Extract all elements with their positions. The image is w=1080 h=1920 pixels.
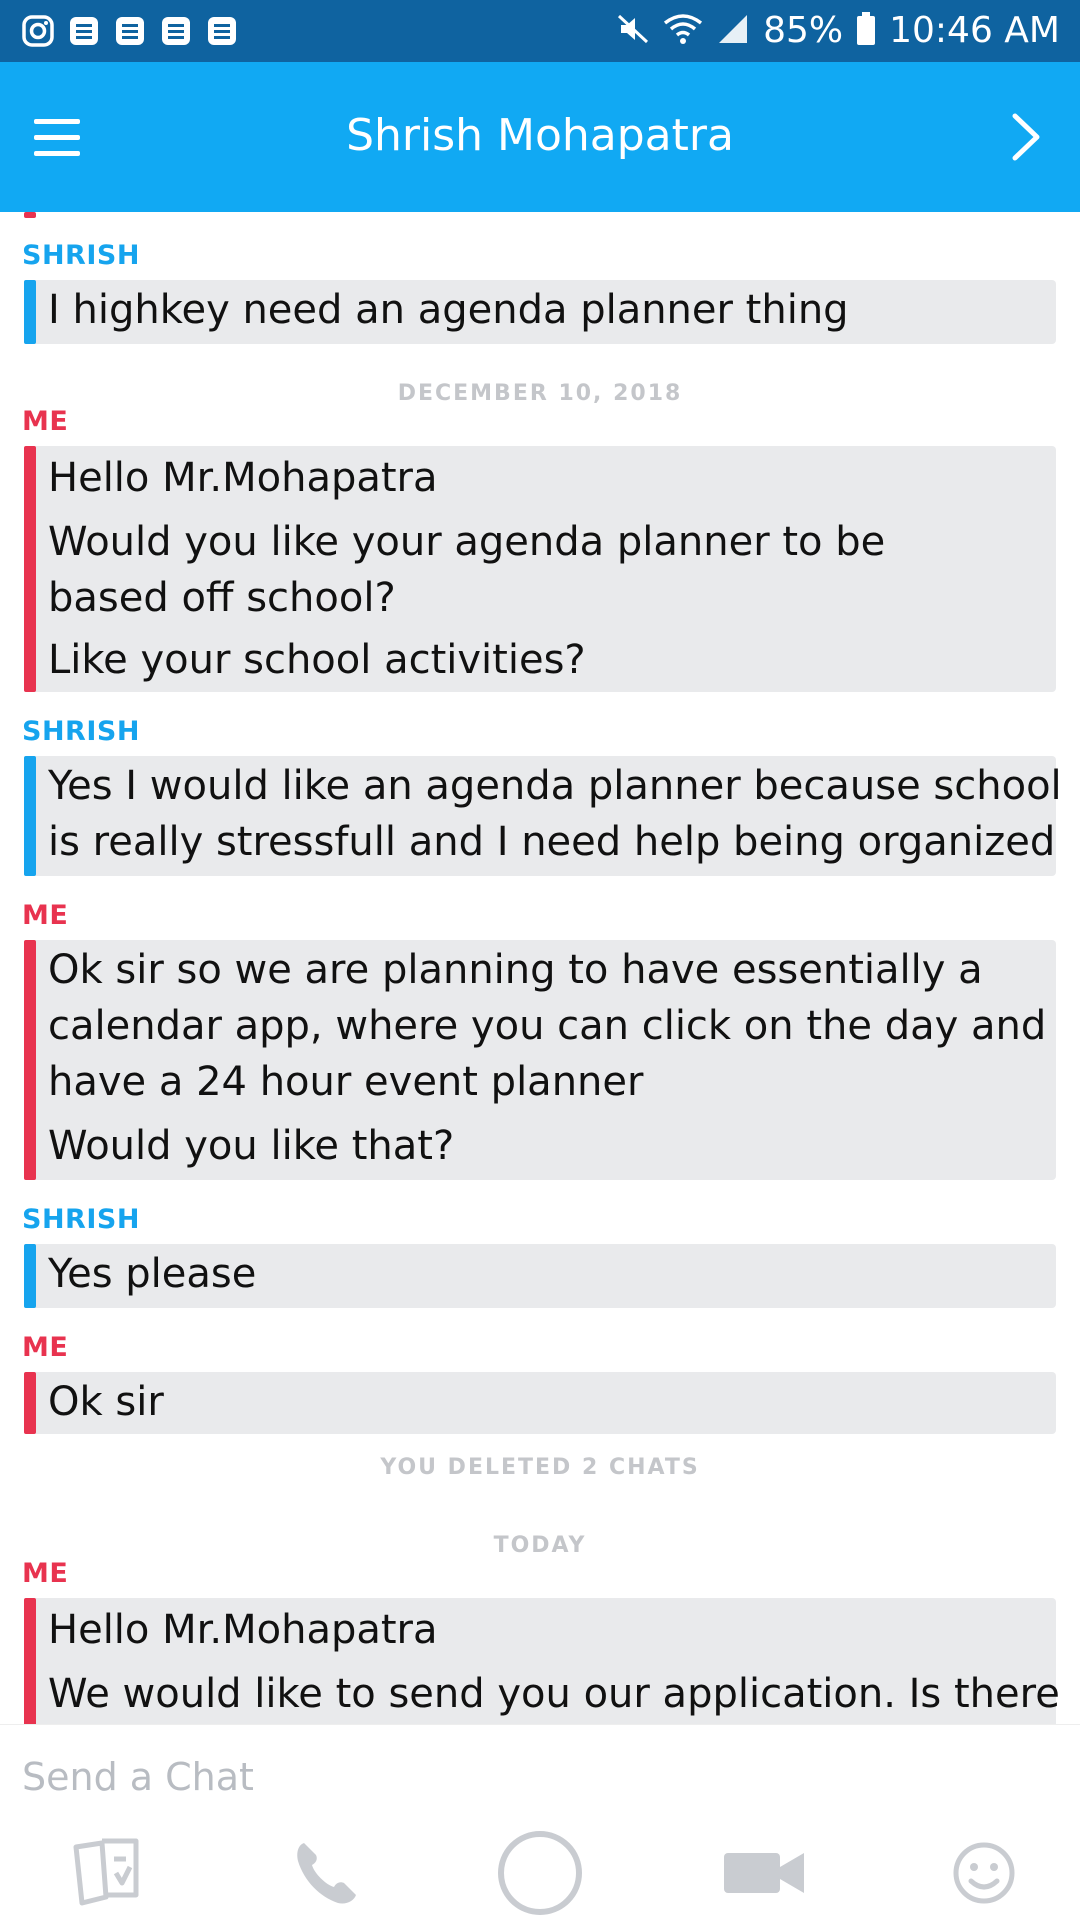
memories-button[interactable]: [56, 1825, 156, 1920]
next-button[interactable]: [988, 102, 1058, 172]
sender-label: ME: [22, 1332, 69, 1363]
previous-message-bar: [24, 212, 36, 218]
chat-screen: 85% 10:46 AM Shrish Mohapatra SHRISH I h…: [0, 0, 1080, 1920]
compose-area: [0, 1724, 1080, 1920]
chevron-right-icon: [1012, 113, 1040, 161]
notification-icon: [66, 13, 102, 49]
clock: 10:46 AM: [889, 10, 1060, 51]
message-line: Yes please: [48, 1251, 257, 1297]
notification-icons: [20, 13, 240, 49]
message-line: calendar app, where you can click on the…: [48, 1003, 1047, 1049]
sender-label: SHRISH: [22, 240, 140, 271]
notification-icon: [112, 13, 148, 49]
sender-label: SHRISH: [22, 1204, 140, 1235]
mute-icon: [615, 11, 651, 51]
message-line: based off school?: [48, 575, 396, 621]
memories-icon: [73, 1838, 139, 1906]
sender-label: ME: [22, 406, 69, 437]
emoji-icon: [953, 1842, 1015, 1904]
sender-label: ME: [22, 900, 69, 931]
sheet-edge: [0, 212, 1080, 234]
message-bubble[interactable]: Hello Mr.Mohapatra Would you like your a…: [24, 446, 1056, 692]
sender-bar: [24, 280, 36, 344]
chat-input[interactable]: [22, 1747, 722, 1807]
battery-icon: [855, 11, 877, 51]
message-bubble[interactable]: Ok sir: [24, 1372, 1056, 1434]
message-bubble[interactable]: I highkey need an agenda planner thing: [24, 280, 1056, 344]
message-line: is really stressfull and I need help bei…: [48, 819, 1056, 865]
sender-bar: [24, 1244, 36, 1308]
message-bubble[interactable]: Yes please: [24, 1244, 1056, 1308]
sender-bar: [24, 756, 36, 876]
message-line: Would you like that?: [48, 1123, 455, 1169]
sender-bar: [24, 1598, 36, 1724]
chat-messages[interactable]: SHRISH I highkey need an agenda planner …: [0, 212, 1080, 1724]
chat-title[interactable]: Shrish Mohapatra: [0, 106, 1080, 166]
message-line: have a 24 hour event planner: [48, 1059, 644, 1105]
message-bubble[interactable]: Hello Mr.Mohapatra We would like to send…: [24, 1598, 1060, 1724]
call-button[interactable]: [274, 1825, 374, 1920]
message-line: Yes I would like an agenda planner becau…: [48, 763, 1062, 809]
sender-bar: [24, 1372, 36, 1434]
message-line: We would like to send you our applicatio…: [48, 1671, 1060, 1717]
notification-icon: [158, 13, 194, 49]
message-line: Ok sir: [48, 1379, 164, 1425]
capture-button[interactable]: [490, 1825, 590, 1920]
sender-bar: [24, 940, 36, 1180]
message-line: Ok sir so we are planning to have essent…: [48, 947, 983, 993]
instagram-icon: [20, 13, 56, 49]
message-line: Like your school activities?: [48, 637, 586, 683]
message-line: I highkey need an agenda planner thing: [48, 287, 849, 333]
video-call-button[interactable]: [718, 1825, 818, 1920]
chat-header: Shrish Mohapatra: [0, 62, 1080, 212]
capture-icon: [498, 1831, 582, 1915]
message-bubble[interactable]: Yes I would like an agenda planner becau…: [24, 756, 1062, 876]
status-bar: 85% 10:46 AM: [0, 0, 1080, 62]
notification-icon: [204, 13, 240, 49]
sender-label: ME: [22, 1558, 69, 1589]
message-line: Hello Mr.Mohapatra: [48, 455, 438, 501]
message-line: Would you like your agenda planner to be: [48, 519, 886, 565]
wifi-icon: [663, 11, 703, 51]
message-bubble[interactable]: Ok sir so we are planning to have essent…: [24, 940, 1056, 1180]
battery-percent: 85%: [763, 10, 844, 51]
stickers-button[interactable]: [934, 1825, 1034, 1920]
chat-toolbar: [0, 1825, 1080, 1920]
deleted-chats-notice: YOU DELETED 2 CHATS: [380, 1455, 700, 1480]
phone-icon: [297, 1843, 356, 1904]
date-divider: DECEMBER 10, 2018: [397, 381, 683, 406]
sender-bar: [24, 446, 36, 692]
system-indicators: 85% 10:46 AM: [615, 8, 1060, 54]
message-line: Hello Mr.Mohapatra: [48, 1607, 438, 1653]
video-icon: [724, 1853, 804, 1893]
date-divider: TODAY: [493, 1533, 587, 1558]
sender-label: SHRISH: [22, 716, 140, 747]
signal-icon: [715, 11, 751, 51]
